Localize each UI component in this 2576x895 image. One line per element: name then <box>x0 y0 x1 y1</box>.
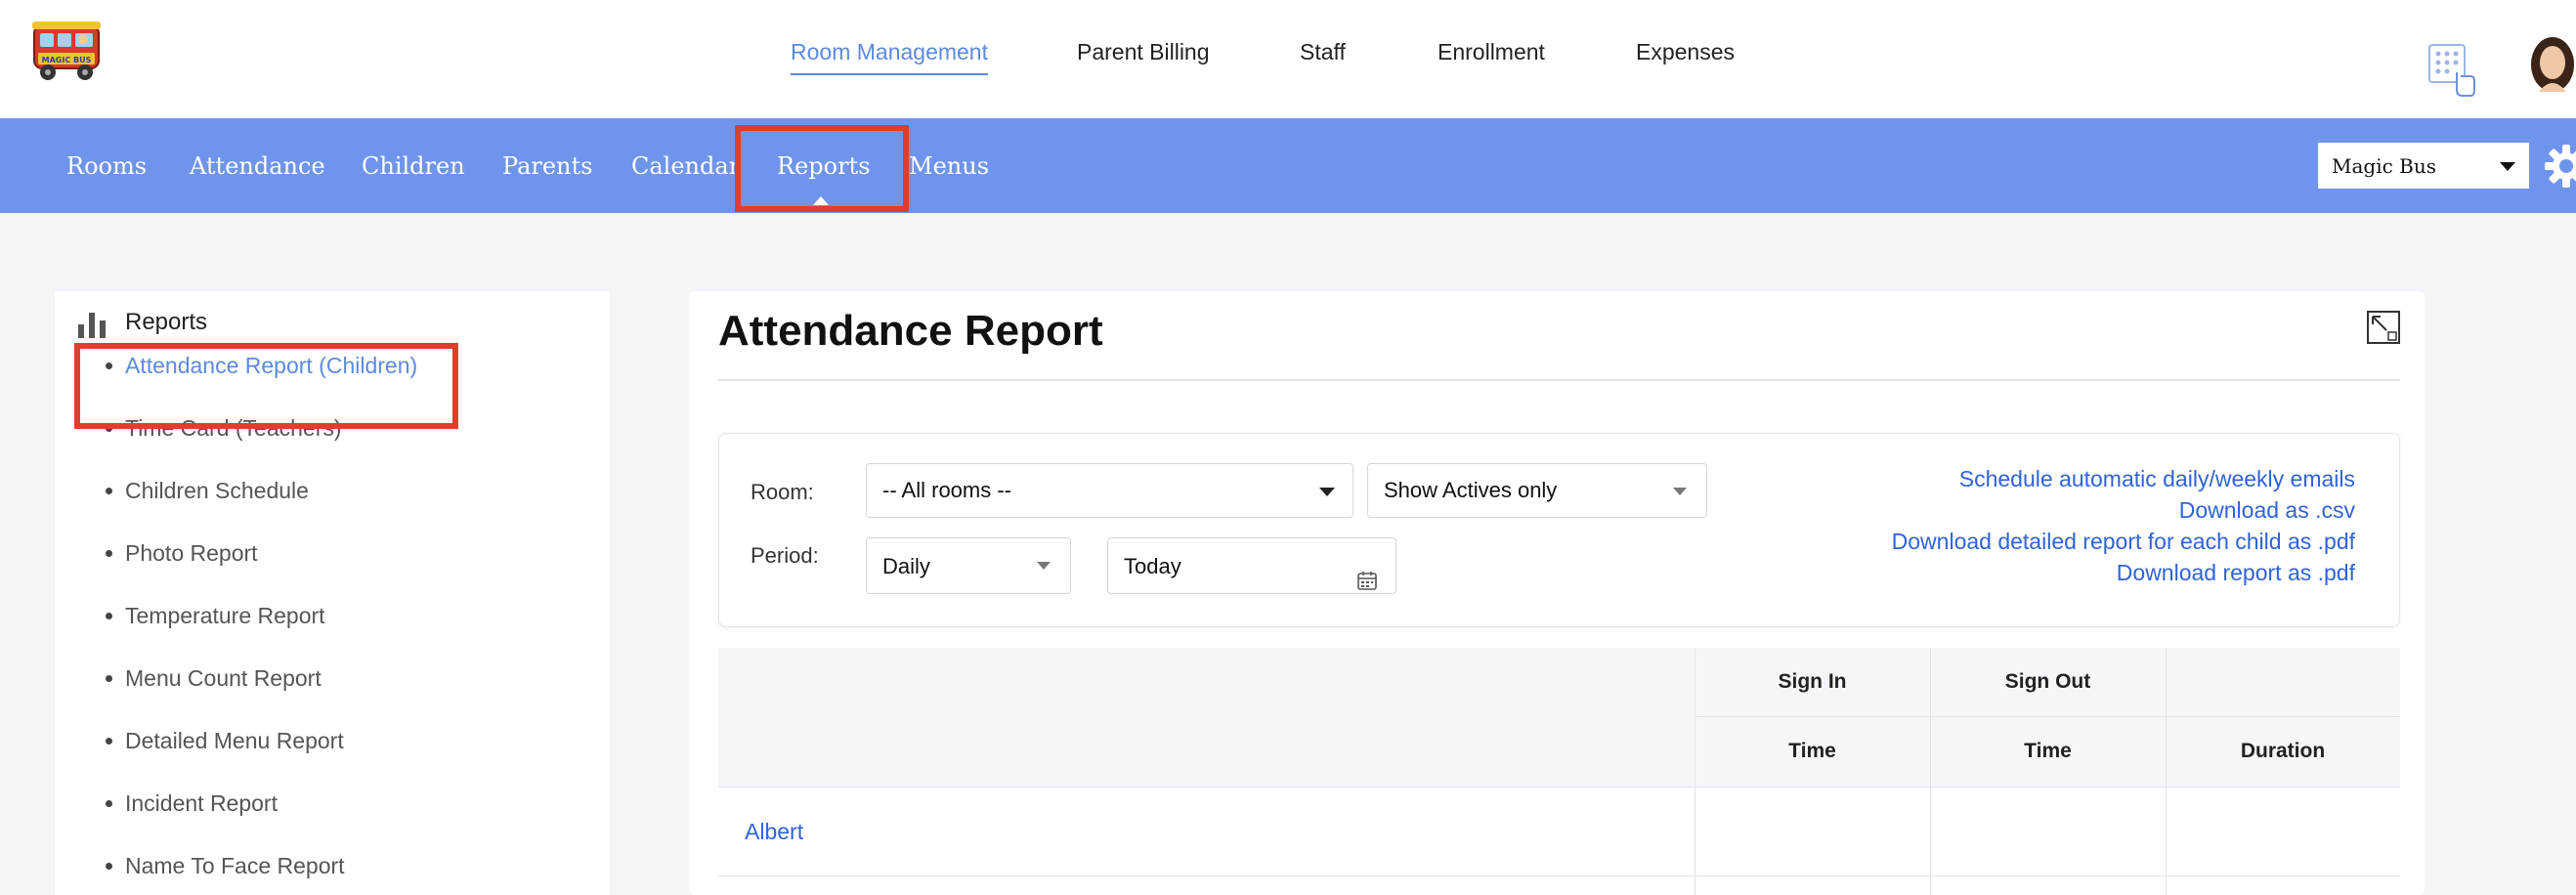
grid-line <box>718 787 2400 788</box>
chevron-down-icon <box>1673 488 1687 495</box>
keypad-icon[interactable] <box>2427 43 2476 98</box>
child-name-link[interactable]: Albert <box>745 819 803 845</box>
schedule-emails-link[interactable]: Schedule automatic daily/weekly emails <box>1892 463 2355 494</box>
bullet <box>106 675 112 682</box>
report-link-label: Children Schedule <box>125 478 309 503</box>
chevron-down-icon <box>1037 562 1051 570</box>
top-nav-room-management[interactable]: Room Management <box>791 39 988 75</box>
date-input[interactable]: Today <box>1107 537 1396 594</box>
report-actions: Schedule automatic daily/weekly emails D… <box>1892 463 2355 588</box>
sub-nav-rooms[interactable]: Rooms <box>66 152 147 180</box>
sub-nav-children[interactable]: Children <box>362 152 465 180</box>
bullet <box>106 550 112 557</box>
header-duration: Duration <box>2240 740 2326 762</box>
chevron-down-icon <box>2500 162 2515 171</box>
period-label: Period: <box>751 543 819 568</box>
header-sign-out: Sign Out <box>2004 670 2091 693</box>
download-csv-link[interactable]: Download as .csv <box>1892 494 2355 526</box>
grid-line <box>718 875 2400 876</box>
report-link-photo-report[interactable]: Photo Report <box>55 534 563 574</box>
header-sign-out-time: Time <box>2024 740 2072 762</box>
grid-line <box>1695 716 2400 717</box>
report-link-temperature-report[interactable]: Temperature Report <box>55 597 563 636</box>
report-link-menu-count[interactable]: Menu Count Report <box>55 660 563 699</box>
report-link-label: Detailed Menu Report <box>125 728 344 753</box>
magic-bus-logo[interactable]: MAGIC BUS <box>28 18 105 86</box>
status-select-value: Show Actives only <box>1384 478 1558 502</box>
date-input-value: Today <box>1124 554 1181 578</box>
room-select-value: -- All rooms -- <box>882 478 1011 502</box>
sub-nav: Rooms Attendance Children Parents Calend… <box>0 118 2576 213</box>
bullet <box>106 863 112 870</box>
bullet <box>106 738 112 745</box>
report-link-detailed-menu[interactable]: Detailed Menu Report <box>55 722 563 761</box>
top-nav-expenses[interactable]: Expenses <box>1636 39 1735 65</box>
download-pdf-link[interactable]: Download report as .pdf <box>1892 557 2355 588</box>
school-select[interactable]: Magic Bus <box>2318 143 2529 189</box>
top-nav-parent-billing[interactable]: Parent Billing <box>1077 39 1210 65</box>
attendance-table: Sign In Sign Out Time Time Duration Albe… <box>718 648 2400 895</box>
report-panel: Attendance Report Room: -- All rooms -- … <box>689 291 2425 895</box>
svg-text:MAGIC BUS: MAGIC BUS <box>42 56 92 64</box>
highlight-box-reports-tab <box>735 125 909 212</box>
report-link-children-schedule[interactable]: Children Schedule <box>55 472 563 511</box>
sub-nav-attendance[interactable]: Attendance <box>190 152 325 180</box>
top-nav-staff[interactable]: Staff <box>1300 39 1346 65</box>
status-select[interactable]: Show Actives only <box>1367 463 1707 518</box>
download-detailed-pdf-link[interactable]: Download detailed report for each child … <box>1892 526 2355 557</box>
filter-panel: Room: -- All rooms -- Show Actives only … <box>718 433 2400 627</box>
sub-nav-parents[interactable]: Parents <box>502 152 592 180</box>
room-label: Room: <box>751 480 814 504</box>
calendar-icon[interactable] <box>1356 556 1378 590</box>
page-title: Attendance Report <box>718 307 1103 355</box>
chevron-down-icon <box>1319 488 1335 496</box>
report-link-label: Photo Report <box>125 540 258 566</box>
report-link-label: Incident Report <box>125 790 278 816</box>
sidebar-title: Reports <box>125 309 208 335</box>
room-select[interactable]: -- All rooms -- <box>866 463 1353 518</box>
report-link-incident-report[interactable]: Incident Report <box>55 785 563 824</box>
expand-icon[interactable] <box>2367 311 2400 344</box>
bullet <box>106 488 112 494</box>
report-link-label: Name To Face Report <box>125 853 345 878</box>
bullet <box>106 613 112 619</box>
school-select-value: Magic Bus <box>2332 154 2437 178</box>
gear-icon[interactable] <box>2541 142 2576 191</box>
highlight-box-attendance-report <box>74 343 458 429</box>
bar-chart-icon <box>76 309 107 338</box>
user-avatar[interactable] <box>2525 35 2576 92</box>
report-link-label: Menu Count Report <box>125 665 322 691</box>
report-link-label: Temperature Report <box>125 603 325 628</box>
report-link-name-to-face[interactable]: Name To Face Report <box>55 847 563 886</box>
period-select-value: Daily <box>882 554 930 578</box>
sub-nav-calendar[interactable]: Calendar <box>631 152 740 180</box>
period-select[interactable]: Daily <box>866 537 1071 594</box>
top-nav-enrollment[interactable]: Enrollment <box>1438 39 1545 65</box>
bullet <box>106 800 112 807</box>
divider <box>718 379 2400 381</box>
grid-line <box>2166 648 2167 895</box>
top-bar: MAGIC BUS Room Management Parent Billing… <box>0 0 2576 118</box>
header-sign-in: Sign In <box>1778 670 1847 693</box>
sub-nav-menus[interactable]: Menus <box>909 152 989 180</box>
header-sign-in-time: Time <box>1788 740 1836 762</box>
